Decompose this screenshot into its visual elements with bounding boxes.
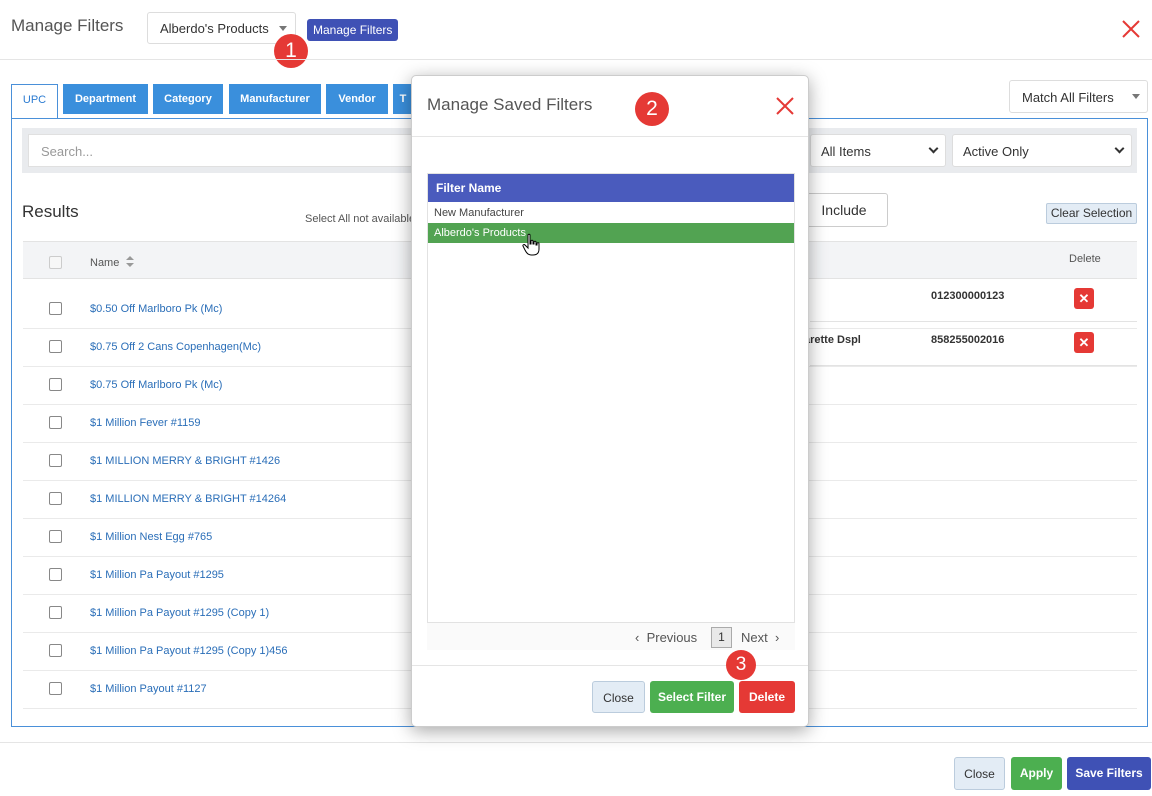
row-checkbox[interactable] bbox=[49, 530, 62, 543]
hand-cursor-icon bbox=[522, 233, 540, 256]
clear-selection-button[interactable]: Clear Selection bbox=[1046, 203, 1137, 224]
item-link[interactable]: $1 Million Pa Payout #1295 (Copy 1) bbox=[90, 607, 269, 619]
delete-row-button[interactable]: ✕ bbox=[1074, 332, 1094, 353]
item-link[interactable]: $1 MILLION MERRY & BRIGHT #14264 bbox=[90, 493, 286, 505]
item-link[interactable]: $1 Million Pa Payout #1295 (Copy 1)456 bbox=[90, 645, 288, 657]
tab-upc[interactable]: UPC bbox=[11, 84, 58, 119]
row-checkbox[interactable] bbox=[49, 644, 62, 657]
tab-partial[interactable]: T bbox=[393, 84, 413, 114]
select-filter-button[interactable]: Select Filter bbox=[650, 681, 734, 713]
item-link[interactable]: $0.50 Off Marlboro Pk (Mc) bbox=[90, 303, 222, 315]
row-checkbox[interactable] bbox=[49, 302, 62, 315]
status-select-value: Active Only bbox=[963, 144, 1029, 159]
list-item-selected[interactable]: Alberdo's Products bbox=[428, 223, 794, 243]
selected-row: 012300000123 ✕ bbox=[810, 278, 1137, 322]
previous-label: Previous bbox=[646, 630, 698, 645]
tab-manufacturer[interactable]: Manufacturer bbox=[229, 84, 321, 114]
row-checkbox[interactable] bbox=[49, 568, 62, 581]
delete-filter-button[interactable]: Delete bbox=[739, 681, 795, 713]
delete-row-button[interactable]: ✕ bbox=[1074, 288, 1094, 309]
item-link[interactable]: $1 Million Fever #1159 bbox=[90, 417, 200, 429]
row-checkbox[interactable] bbox=[49, 682, 62, 695]
chevron-down-icon bbox=[1114, 143, 1125, 154]
row-checkbox[interactable] bbox=[49, 340, 62, 353]
row-checkbox[interactable] bbox=[49, 492, 62, 505]
next-label: Next bbox=[741, 630, 768, 645]
close-icon[interactable] bbox=[775, 96, 795, 116]
selected-upc-code: 012300000123 bbox=[931, 290, 1005, 302]
name-header-label: Name bbox=[90, 257, 120, 269]
chevron-left-icon: ‹ bbox=[635, 630, 640, 645]
chevron-right-icon: › bbox=[774, 630, 780, 645]
row-checkbox[interactable] bbox=[49, 606, 62, 619]
search-input[interactable]: Search... bbox=[28, 134, 418, 167]
delete-column-header: Delete bbox=[1069, 253, 1101, 265]
modal-close-button[interactable]: Close bbox=[592, 681, 645, 713]
tab-category[interactable]: Category bbox=[153, 84, 223, 114]
close-button[interactable]: Close bbox=[954, 757, 1005, 790]
caret-down-icon bbox=[1132, 94, 1140, 99]
tab-vendor[interactable]: Vendor bbox=[326, 84, 388, 114]
selected-upc-code: 858255002016 bbox=[931, 334, 1005, 346]
pagination: ‹ Previous 1 Next › bbox=[427, 622, 795, 650]
caret-down-icon bbox=[279, 26, 287, 31]
sort-icon bbox=[126, 256, 135, 267]
row-checkbox[interactable] bbox=[49, 378, 62, 391]
items-select-value: All Items bbox=[821, 144, 871, 159]
item-link[interactable]: $0.75 Off Marlboro Pk (Mc) bbox=[90, 379, 222, 391]
item-link[interactable]: $1 Million Nest Egg #765 bbox=[90, 531, 212, 543]
items-select[interactable]: All Items bbox=[810, 134, 946, 167]
save-filters-button[interactable]: Save Filters bbox=[1067, 757, 1151, 790]
modal-header-divider bbox=[412, 136, 808, 137]
next-page-button[interactable]: Next › bbox=[741, 630, 779, 645]
annotation-badge-3: 3 bbox=[726, 650, 756, 680]
item-link[interactable]: $1 Million Pa Payout #1295 bbox=[90, 569, 224, 581]
close-icon[interactable] bbox=[1120, 18, 1142, 40]
annotation-badge-2: 2 bbox=[635, 92, 669, 126]
match-filters-select[interactable]: Match All Filters bbox=[1009, 80, 1148, 113]
row-checkbox[interactable] bbox=[49, 454, 62, 467]
match-filters-value: Match All Filters bbox=[1022, 90, 1114, 105]
manage-saved-filters-modal: Manage Saved Filters 2 Filter Name New M… bbox=[411, 75, 809, 727]
name-column-header[interactable]: Name bbox=[90, 256, 135, 269]
page-title: Manage Filters bbox=[11, 16, 124, 35]
select-all-note: Select All not available bbox=[305, 213, 416, 225]
previous-page-button[interactable]: ‹ Previous bbox=[635, 630, 697, 645]
chevron-down-icon bbox=[928, 143, 939, 154]
modal-title: Manage Saved Filters bbox=[427, 95, 593, 114]
apply-button[interactable]: Apply bbox=[1011, 757, 1062, 790]
results-title: Results bbox=[22, 202, 79, 221]
status-select[interactable]: Active Only bbox=[952, 134, 1132, 167]
select-all-checkbox[interactable] bbox=[49, 256, 62, 269]
item-link[interactable]: $1 MILLION MERRY & BRIGHT #1426 bbox=[90, 455, 280, 467]
manage-filters-button[interactable]: Manage Filters bbox=[307, 19, 399, 41]
annotation-badge-1: 1 bbox=[274, 34, 308, 68]
row-checkbox[interactable] bbox=[49, 416, 62, 429]
selected-row: arette Dspl 858255002016 ✕ bbox=[804, 322, 1137, 366]
tab-department[interactable]: Department bbox=[63, 84, 148, 114]
saved-filter-select[interactable]: Alberdo's Products bbox=[147, 12, 296, 44]
saved-filter-select-value: Alberdo's Products bbox=[160, 21, 269, 36]
saved-filter-list: Filter Name New Manufacturer Alberdo's P… bbox=[427, 173, 795, 649]
selected-description: arette Dspl bbox=[804, 334, 861, 346]
footer-divider bbox=[0, 742, 1152, 743]
include-button[interactable]: Include bbox=[800, 193, 888, 227]
header-divider bbox=[0, 59, 1152, 60]
item-link[interactable]: $0.75 Off 2 Cans Copenhagen(Mc) bbox=[90, 341, 261, 353]
page-number[interactable]: 1 bbox=[711, 627, 732, 648]
filter-name-header: Filter Name bbox=[428, 174, 794, 202]
list-item[interactable]: New Manufacturer bbox=[428, 203, 794, 223]
item-link[interactable]: $1 Million Payout #1127 bbox=[90, 683, 207, 695]
